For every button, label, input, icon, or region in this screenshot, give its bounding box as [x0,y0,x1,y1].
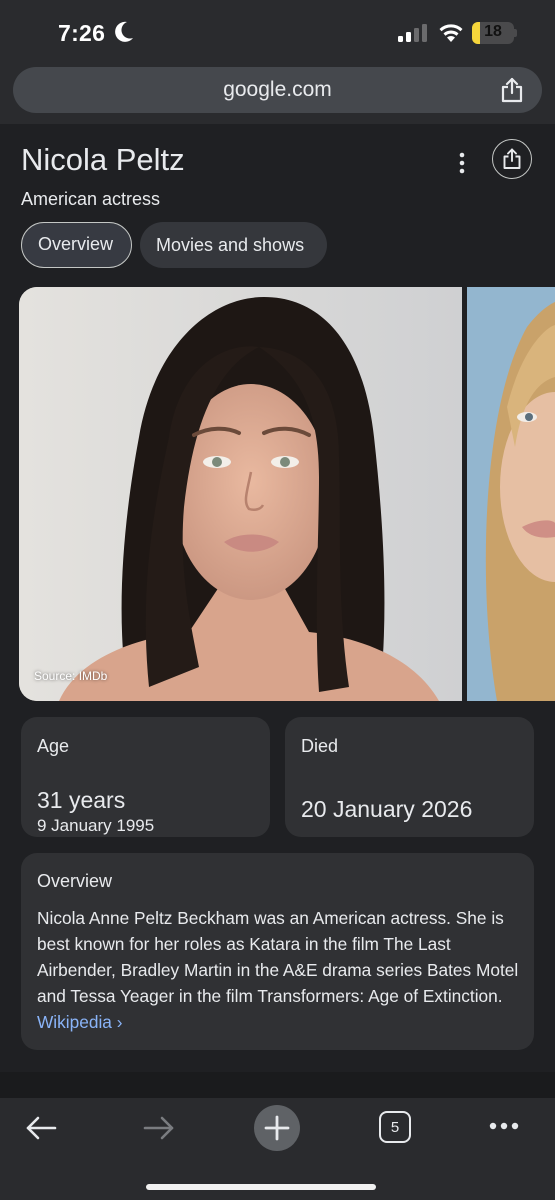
overview-card: Overview Nicola Anne Peltz Beckham was a… [21,853,534,1050]
died-label: Died [301,736,339,756]
portrait-illustration [19,287,462,701]
moon-icon [115,21,133,42]
address-bar[interactable]: google.com [13,67,542,113]
battery-label: 18 [484,23,502,40]
status-bar: 7:26 18 [0,0,555,66]
wikipedia-link[interactable]: Wikipedia › [37,1012,122,1032]
secondary-photo[interactable] [467,287,555,701]
wifi-icon [439,24,463,42]
section-divider [0,1072,555,1098]
back-arrow-icon[interactable] [25,1114,57,1142]
secondary-portrait-illustration [467,287,555,701]
age-card[interactable]: Age 31 years 9 January 1995 [21,717,270,837]
signal-icon [398,24,427,42]
share-button[interactable] [492,139,532,179]
entity-title: Nicola Peltz [21,142,185,177]
status-time: 7:26 [58,20,106,46]
forward-arrow-icon[interactable] [143,1114,175,1142]
tab-movies-and-shows[interactable]: Movies and shows [140,222,327,268]
more-options-icon[interactable] [450,150,474,176]
home-indicator [146,1184,376,1190]
tab-overview[interactable]: Overview [21,222,132,268]
new-tab-icon[interactable] [254,1105,300,1151]
battery-icon: 18 [472,22,514,44]
image-source-caption: Source: IMDb [34,669,108,683]
browser-toolbar: google.com [0,66,555,124]
overview-title: Overview [37,871,113,891]
death-date: 20 January 2026 [301,796,473,822]
entity-description: American actress [21,189,161,209]
tab-count: 5 [390,1119,400,1136]
tab-switcher-button[interactable]: 5 [379,1111,411,1143]
overview-text: Nicola Anne Peltz Beckham was an America… [37,905,522,1035]
share-icon [503,148,521,169]
died-card[interactable]: Died 20 January 2026 [285,717,534,837]
birth-date: 9 January 1995 [37,816,155,835]
age-label: Age [37,736,70,756]
overview-description: Nicola Anne Peltz Beckham was an America… [37,908,519,1006]
more-menu-icon[interactable] [488,1120,520,1132]
main-photo[interactable]: Source: IMDb [19,287,462,701]
share-icon[interactable] [500,77,524,103]
battery-nub [514,29,517,37]
age-value: 31 years [37,787,126,813]
url-text[interactable]: google.com [13,78,542,102]
